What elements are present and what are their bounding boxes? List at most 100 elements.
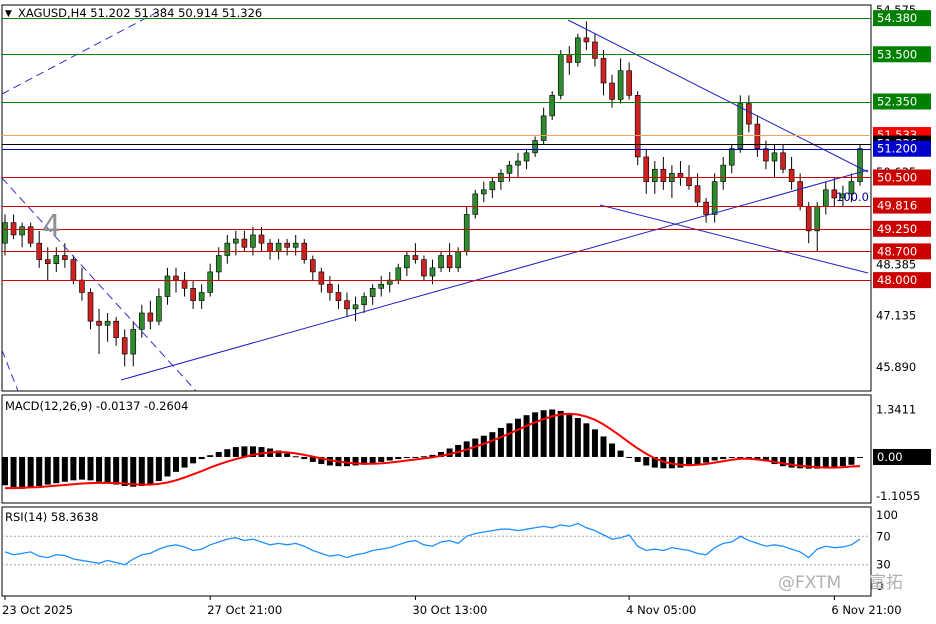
rsi-line [4, 522, 861, 566]
candle-body [532, 140, 538, 154]
price-level-label: 52.350 [877, 95, 917, 109]
candle-body [506, 164, 513, 174]
candle-body [583, 37, 590, 43]
candle-body [763, 148, 769, 162]
candle-body [139, 312, 145, 330]
macd-histogram-bar [728, 456, 735, 458]
candle-body [540, 115, 547, 141]
candle-body [446, 255, 453, 269]
candle-body [113, 320, 119, 338]
channel-lower-dashed-line-2 [1, 349, 19, 392]
macd-histogram-bar [53, 456, 60, 484]
macd-histogram-bar [10, 456, 17, 488]
candle-body [198, 292, 205, 301]
candle-body [780, 152, 786, 170]
candle-body [634, 95, 641, 158]
watermark-logo: @FXTM [778, 573, 841, 593]
macd-histogram-bar [36, 456, 43, 487]
candle-body [728, 148, 735, 166]
candle-body [335, 292, 342, 301]
candle-body [694, 185, 701, 203]
macd-histogram-bar [480, 435, 487, 457]
macd-histogram-bar [703, 456, 710, 463]
macd-histogram-bar [831, 456, 838, 468]
price-level-label: 48.700 [877, 244, 917, 258]
macd-histogram-bar [369, 456, 376, 464]
candle-body [788, 168, 795, 182]
candle-body [575, 37, 581, 63]
macd-histogram-bar [19, 456, 26, 489]
symbol-arrow[interactable]: ▼ [5, 9, 12, 19]
time-tick-label: 4 Nov 05:00 [626, 603, 696, 617]
time-tick-label: 23 Oct 2025 [2, 603, 73, 617]
candle-body [805, 205, 812, 232]
macd-histogram-bar [403, 456, 410, 458]
macd-histogram-bar [284, 453, 291, 457]
macd-histogram-bar [241, 446, 248, 457]
macd-histogram-bar [190, 456, 197, 464]
macd-histogram-bar [224, 449, 231, 457]
macd-histogram-bar [130, 456, 137, 487]
macd-histogram-bar [523, 415, 530, 457]
candle-body [797, 181, 803, 207]
time-tick-label: 27 Oct 21:00 [207, 603, 282, 617]
candle-body [327, 283, 333, 293]
candle-body [720, 164, 727, 182]
rsi-title: RSI(14) 58.3638 [5, 510, 99, 524]
chart-symbol-info: XAGUSD,H4 51.202 51.384 50.914 51.326 [18, 6, 262, 20]
rsi-tick-label: 30 [876, 558, 891, 572]
candle-body [395, 267, 402, 281]
macd-histogram-bar [412, 456, 419, 458]
rsi-panel-frame [1, 506, 872, 597]
candle-body [754, 123, 761, 150]
macd-histogram-bar [215, 452, 222, 457]
chart-root: 54.57545.89047.13548.38550.63554.38053.5… [0, 0, 936, 624]
candle-body [70, 259, 77, 281]
macd-current-label: 0.00 [877, 450, 903, 464]
candle-body [10, 222, 17, 236]
macd-histogram-bar [677, 456, 684, 468]
candle-body [2, 222, 8, 244]
candle-body [515, 160, 521, 166]
candle-body [412, 255, 419, 260]
macd-histogram-bar [617, 450, 624, 457]
candle-body [737, 103, 744, 150]
wave-label: 4 [42, 209, 61, 244]
candle-body [472, 193, 479, 215]
candle-body [224, 242, 231, 256]
candle-body [626, 70, 632, 96]
candle-body [814, 205, 821, 232]
candle-body [609, 82, 615, 100]
macd-tick-label: -1.1055 [876, 489, 920, 503]
price-level-label: 49.816 [877, 199, 917, 213]
macd-histogram-bar [583, 423, 590, 457]
macd-histogram-bar [532, 412, 539, 457]
macd-histogram-bar [96, 456, 103, 482]
macd-histogram-bar [591, 429, 598, 457]
macd-histogram-bar [780, 456, 787, 467]
macd-histogram-bar [87, 456, 94, 481]
candle-body [275, 242, 282, 252]
price-level-label: 50.500 [877, 170, 917, 184]
candle-body [156, 296, 162, 322]
candle-body [480, 189, 487, 195]
macd-histogram-bar [386, 456, 393, 461]
price-tick-label: 45.890 [876, 360, 916, 374]
candle-body [523, 152, 530, 162]
candle-body [746, 103, 752, 125]
candle-body [566, 53, 573, 63]
candle-body [344, 300, 350, 310]
candle-body [164, 275, 171, 297]
macd-histogram-bar [138, 456, 145, 487]
macd-histogram-bar [489, 432, 496, 457]
candle-body [173, 275, 179, 281]
time-tick-label: 30 Oct 13:00 [412, 603, 487, 617]
candle-body [19, 226, 25, 236]
candle-body [660, 168, 667, 182]
macd-histogram-bar [198, 456, 205, 460]
macd-histogram-bar [711, 456, 718, 461]
candle-body [233, 238, 239, 244]
macd-histogram-bar [600, 436, 607, 457]
price-tick-label: 48.385 [876, 257, 916, 271]
candle-body [53, 255, 60, 265]
